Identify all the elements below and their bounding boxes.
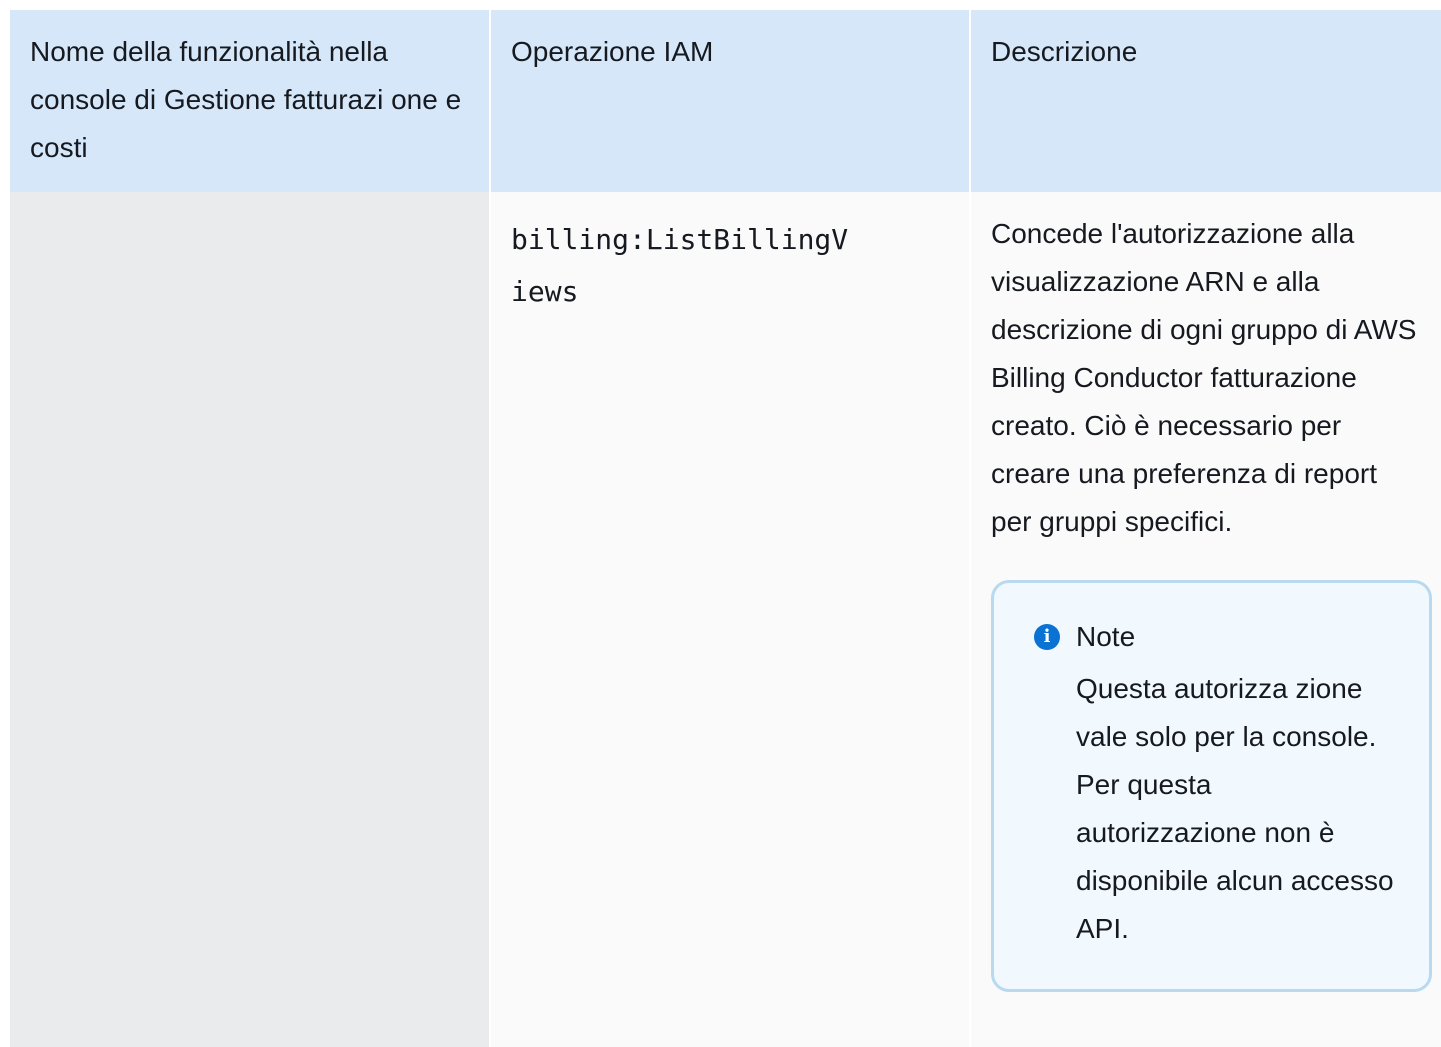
header-iam-action-label: Operazione IAM bbox=[511, 36, 714, 67]
info-icon: i bbox=[1034, 624, 1060, 650]
iam-action-code: billing:ListBillingViews bbox=[511, 223, 849, 308]
note-header: i Note bbox=[1034, 617, 1409, 657]
header-feature-name-label: Nome della funzionalità nella console di… bbox=[30, 36, 462, 163]
header-iam-action: Operazione IAM bbox=[490, 10, 971, 192]
header-feature-name: Nome della funzionalità nella console di… bbox=[10, 10, 491, 192]
table-row: billing:ListBillingViews Concede l'autor… bbox=[10, 192, 1441, 1047]
note-callout: i Note Questa autorizza zione vale solo … bbox=[991, 580, 1432, 992]
header-description: Descrizione bbox=[970, 10, 1441, 192]
note-title: Note bbox=[1076, 621, 1136, 652]
header-row: Nome della funzionalità nella console di… bbox=[10, 10, 1441, 192]
header-description-label: Descrizione bbox=[991, 36, 1138, 67]
feature-cell bbox=[10, 192, 491, 1047]
note-body: Questa autorizza zione vale solo per la … bbox=[1076, 673, 1394, 944]
table-body: billing:ListBillingViews Concede l'autor… bbox=[10, 192, 1441, 1047]
table-header: Nome della funzionalità nella console di… bbox=[10, 10, 1441, 192]
page: Nome della funzionalità nella console di… bbox=[0, 0, 1441, 1047]
description-cell: Concede l'autorizzazione alla visualizza… bbox=[970, 192, 1441, 1047]
permissions-table: Nome della funzionalità nella console di… bbox=[10, 10, 1441, 1047]
iam-action-cell: billing:ListBillingViews bbox=[490, 192, 971, 1047]
description-text: Concede l'autorizzazione alla visualizza… bbox=[991, 218, 1417, 537]
